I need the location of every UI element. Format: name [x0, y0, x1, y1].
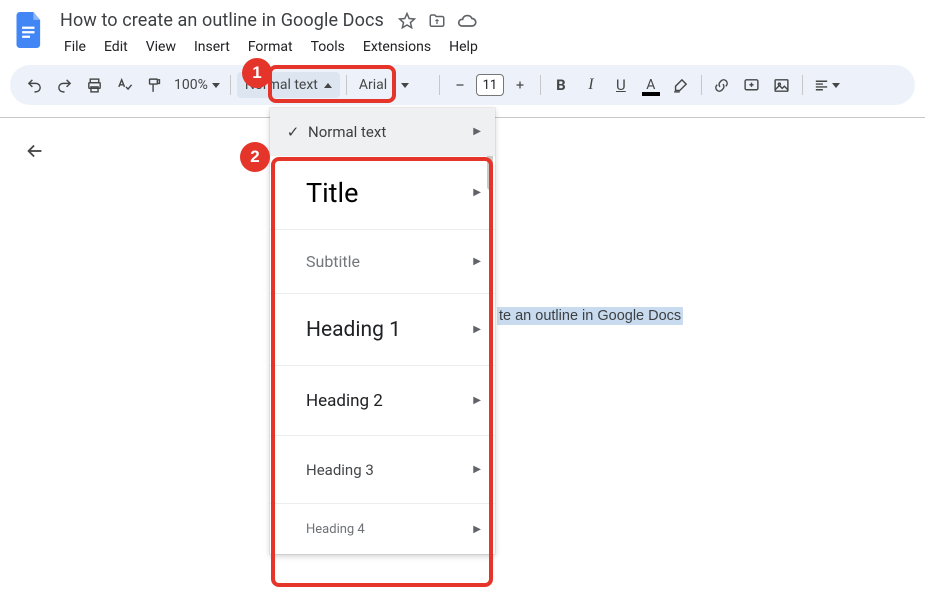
- align-button[interactable]: [809, 71, 844, 99]
- spellcheck-button[interactable]: [110, 71, 138, 99]
- menu-file[interactable]: File: [56, 35, 94, 59]
- menu-extensions[interactable]: Extensions: [355, 35, 439, 59]
- submenu-arrow-icon: ▶: [473, 126, 481, 137]
- toolbar-separator: [230, 75, 231, 95]
- menu-insert[interactable]: Insert: [186, 35, 238, 59]
- style-option-heading-2[interactable]: Heading 2 ▶: [270, 366, 495, 436]
- collapse-outline-button[interactable]: [24, 140, 46, 166]
- font-size-input[interactable]: 11: [476, 74, 504, 96]
- star-icon[interactable]: [396, 10, 418, 32]
- insert-image-button[interactable]: [768, 71, 796, 99]
- style-option-heading-4[interactable]: Heading 4 ▶: [270, 504, 495, 554]
- redo-button[interactable]: [50, 71, 78, 99]
- text-color-button[interactable]: A: [637, 71, 665, 99]
- style-option-heading-3[interactable]: Heading 3 ▶: [270, 436, 495, 504]
- insert-link-button[interactable]: [708, 71, 736, 99]
- menu-view[interactable]: View: [138, 35, 184, 59]
- style-option-label: Heading 2: [282, 391, 473, 411]
- menu-help[interactable]: Help: [441, 35, 486, 59]
- style-option-label: Heading 4: [282, 522, 473, 537]
- bold-button[interactable]: B: [547, 71, 575, 99]
- style-option-label: Heading 3: [282, 461, 473, 479]
- menu-bar: File Edit View Insert Format Tools Exten…: [56, 35, 913, 59]
- submenu-arrow-icon: ▶: [473, 256, 481, 267]
- paragraph-style-menu: ✓ Normal text ▶ Title ▶ Subtitle ▶ Headi…: [270, 108, 495, 554]
- submenu-arrow-icon: ▶: [473, 524, 481, 535]
- menu-tools[interactable]: Tools: [303, 35, 353, 59]
- toolbar-separator: [802, 75, 803, 95]
- submenu-arrow-icon: ▶: [473, 324, 481, 335]
- annotation-callout-2-badge: 2: [240, 142, 270, 172]
- style-option-title[interactable]: Title ▶: [270, 156, 495, 230]
- underline-button[interactable]: U: [607, 71, 635, 99]
- highlight-color-button[interactable]: [667, 71, 695, 99]
- submenu-arrow-icon: ▶: [473, 395, 481, 406]
- decrease-font-size-button[interactable]: [446, 71, 474, 99]
- toolbar-separator: [439, 75, 440, 95]
- zoom-selector[interactable]: 100%: [170, 77, 224, 93]
- zoom-value: 100%: [174, 77, 208, 93]
- menu-format[interactable]: Format: [240, 35, 301, 59]
- annotation-callout-1-badge: 1: [242, 58, 272, 88]
- document-title[interactable]: How to create an outline in Google Docs: [56, 8, 388, 33]
- style-option-normal-text[interactable]: ✓ Normal text ▶: [270, 108, 495, 156]
- print-button[interactable]: [80, 71, 108, 99]
- add-comment-button[interactable]: [738, 71, 766, 99]
- docs-app-icon[interactable]: [12, 8, 48, 52]
- style-option-label: Title: [282, 177, 473, 209]
- chevron-up-icon: [324, 83, 332, 88]
- submenu-arrow-icon: ▶: [473, 464, 481, 475]
- italic-button[interactable]: I: [577, 71, 605, 99]
- menu-edit[interactable]: Edit: [96, 35, 136, 59]
- font-family-label: Arial: [359, 77, 387, 93]
- style-option-label: Normal text: [304, 123, 473, 141]
- toolbar-separator: [540, 75, 541, 95]
- toolbar-separator: [701, 75, 702, 95]
- paint-format-button[interactable]: [140, 71, 168, 99]
- chevron-down-icon: [212, 83, 220, 88]
- undo-button[interactable]: [20, 71, 48, 99]
- toolbar: 100% Normal text Arial 11 B I U A: [10, 65, 915, 105]
- style-option-label: Subtitle: [282, 252, 473, 271]
- move-icon[interactable]: [426, 10, 448, 32]
- increase-font-size-button[interactable]: [506, 71, 534, 99]
- chevron-down-icon: [832, 83, 840, 88]
- cloud-status-icon[interactable]: [456, 10, 478, 32]
- toolbar-separator: [346, 75, 347, 95]
- font-family-selector[interactable]: Arial: [353, 77, 433, 93]
- font-size-value: 11: [483, 78, 498, 93]
- style-option-label: Heading 1: [282, 318, 473, 342]
- style-option-subtitle[interactable]: Subtitle ▶: [270, 230, 495, 294]
- document-selected-text[interactable]: te an outline in Google Docs: [497, 307, 683, 325]
- submenu-arrow-icon: ▶: [473, 187, 481, 198]
- style-option-heading-1[interactable]: Heading 1 ▶: [270, 294, 495, 366]
- check-icon: ✓: [282, 123, 304, 141]
- chevron-down-icon: [401, 83, 409, 88]
